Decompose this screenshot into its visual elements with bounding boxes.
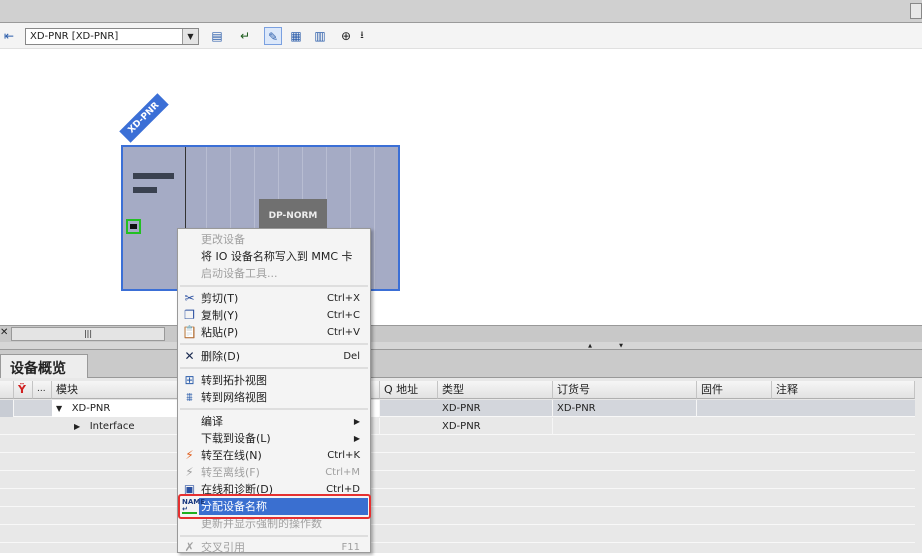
chevron-down-icon[interactable]: ▼ bbox=[182, 29, 198, 44]
filter-icon[interactable]: Ÿ bbox=[14, 381, 33, 399]
menu-copy[interactable]: ❐ 复制(Y) Ctrl+C bbox=[180, 307, 368, 324]
show-view-icon[interactable]: ✎ bbox=[264, 27, 282, 45]
expand-icon[interactable]: ▼ bbox=[56, 404, 62, 413]
panel-view-icon[interactable]: ▥ bbox=[311, 27, 329, 45]
delete-icon: ✕ bbox=[184, 349, 195, 363]
port-icon[interactable] bbox=[126, 219, 141, 234]
submenu-arrow-icon: ▶ bbox=[353, 434, 360, 443]
menu-cut[interactable]: ✂ 剪切(T) Ctrl+X bbox=[180, 290, 368, 307]
paste-icon: 📋 bbox=[182, 325, 197, 339]
network-icon: ⩩ bbox=[186, 390, 193, 404]
status-bar-icon bbox=[133, 187, 157, 193]
col-order-no[interactable]: 订货号 bbox=[553, 381, 697, 399]
module-width-icon[interactable]: ▤ bbox=[208, 27, 226, 45]
table-view-icon[interactable]: ▦ bbox=[287, 27, 305, 45]
col-q-address[interactable]: Q 地址 bbox=[380, 381, 438, 399]
expand-icon[interactable]: ▶ bbox=[74, 422, 80, 431]
menu-change-device[interactable]: 更改设备 bbox=[180, 231, 368, 248]
download-icon[interactable]: ⭳ bbox=[353, 27, 371, 45]
menu-start-device-tool[interactable]: 启动设备工具... bbox=[180, 265, 368, 282]
menu-network-view[interactable]: ⩩ 转到网络视图 bbox=[180, 389, 368, 406]
menu-compile[interactable]: 编译 ▶ bbox=[180, 413, 368, 430]
col-firmware[interactable]: 固件 bbox=[697, 381, 772, 399]
device-select[interactable]: XD-PNR [XD-PNR] ▼ bbox=[25, 28, 199, 45]
menu-go-online[interactable]: ⚡ 转至在线(N) Ctrl+K bbox=[180, 447, 368, 464]
menu-download[interactable]: 下载到设备(L) ▶ bbox=[180, 430, 368, 447]
collapse-up-icon[interactable]: ▲ bbox=[580, 343, 600, 349]
splitter[interactable]: ▲ ▼ bbox=[0, 342, 922, 350]
menu-go-offline[interactable]: ⚡ 转至离线(F) Ctrl+M bbox=[180, 464, 368, 481]
device-select-value: XD-PNR [XD-PNR] bbox=[30, 31, 119, 42]
device-overview-table: Ÿ ... 模块 Q 地址 类型 订货号 固件 注释 ▼ XD-PNR XD-P… bbox=[0, 378, 922, 553]
window-icon[interactable] bbox=[910, 3, 922, 19]
menu-write-name-mmc[interactable]: 将 IO 设备名称写入到 MMC 卡 bbox=[180, 248, 368, 265]
highlight-annotation bbox=[178, 494, 371, 519]
go-online-icon: ⚡ bbox=[185, 448, 194, 462]
toolbar: ⇤ XD-PNR [XD-PNR] ▼ ▤ ↵ ✎ ▦ ▥ ⊕ ⭳ bbox=[0, 23, 922, 49]
type-cell: XD-PNR bbox=[438, 400, 553, 417]
collapse-down-icon[interactable]: ▼ bbox=[611, 343, 631, 349]
title-bar bbox=[0, 0, 922, 23]
submenu-arrow-icon: ▶ bbox=[353, 417, 360, 426]
scroll-left-icon[interactable]: ✕ bbox=[0, 327, 8, 338]
menu-paste[interactable]: 📋 粘贴(P) Ctrl+V bbox=[180, 324, 368, 341]
type-cell: XD-PNR bbox=[438, 418, 553, 435]
network-back-icon[interactable]: ⇤ bbox=[0, 27, 18, 45]
menu-topology-view[interactable]: ⊞ 转到拓扑视图 bbox=[180, 372, 368, 389]
order-no-cell: XD-PNR bbox=[553, 400, 697, 417]
scroll-thumb[interactable]: ||| bbox=[11, 327, 165, 341]
table-row[interactable]: ▶ Interface XD-PNR bbox=[0, 418, 915, 435]
table-row[interactable]: ▼ XD-PNR XD-PNR XD-PNR bbox=[0, 400, 915, 417]
tab-device-overview[interactable]: 设备概览 bbox=[0, 354, 88, 379]
go-offline-icon: ⚡ bbox=[185, 465, 194, 479]
col-type[interactable]: 类型 bbox=[438, 381, 553, 399]
assign-name-icon[interactable]: ↵ bbox=[236, 27, 254, 45]
tab-strip: 设备概览 bbox=[0, 350, 922, 379]
menu-cross-reference[interactable]: ✗ 交叉引用 F11 bbox=[180, 539, 368, 556]
status-bar-icon bbox=[133, 173, 174, 179]
menu-delete[interactable]: ✕ 删除(D) Del bbox=[180, 348, 368, 365]
topology-icon: ⊞ bbox=[184, 373, 195, 387]
col-comment[interactable]: 注释 bbox=[772, 381, 915, 399]
copy-icon: ❐ bbox=[184, 308, 195, 322]
col-dots[interactable]: ... bbox=[33, 381, 52, 399]
horizontal-scrollbar[interactable]: ✕ ||| bbox=[0, 325, 922, 342]
scissors-icon: ✂ bbox=[184, 291, 195, 305]
